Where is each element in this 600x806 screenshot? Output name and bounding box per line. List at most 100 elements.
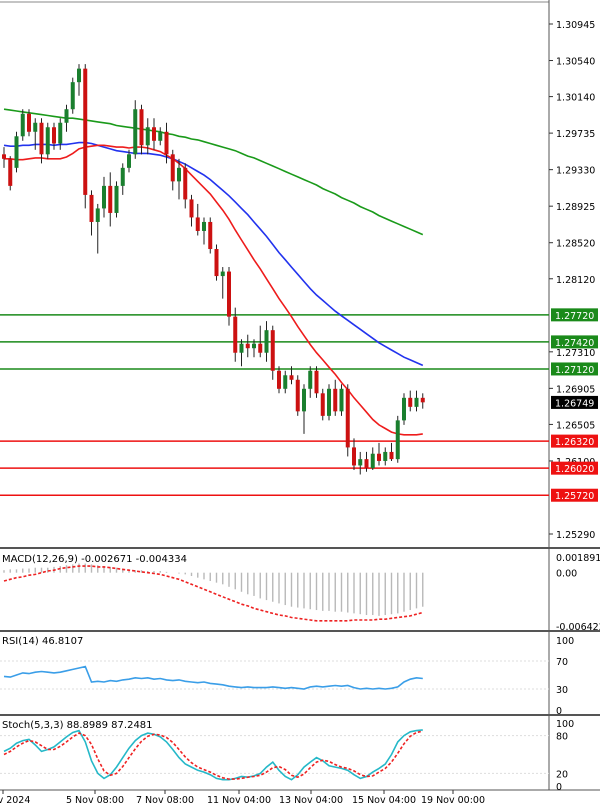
rsi-tick-label: 70 <box>556 657 568 668</box>
candle-body <box>102 185 106 209</box>
candle-body <box>39 122 44 155</box>
macd-tick-label: 0.001891 <box>556 553 600 564</box>
candle-body <box>77 68 81 83</box>
candle-body <box>152 127 156 141</box>
candle-body <box>27 113 31 132</box>
price-tick-label: 1.27310 <box>556 348 595 359</box>
candle-body <box>120 167 125 186</box>
candle-body <box>89 194 94 222</box>
candle-body <box>358 459 363 466</box>
candle-body <box>164 131 169 155</box>
candle-body <box>183 167 188 200</box>
candle-body <box>258 343 263 353</box>
macd-panel: MACD(12,26,9) -0.002671 -0.004334 0.0018… <box>2 553 600 633</box>
candle-body <box>264 330 269 353</box>
candle-body <box>308 370 313 389</box>
ma-mid-line <box>3 141 424 367</box>
macd-label: MACD(12,26,9) -0.002671 -0.004334 <box>2 554 187 565</box>
resistance-tag-3: 1.27120 <box>555 365 594 376</box>
candle-body <box>170 154 175 182</box>
price-tick-label: 1.28120 <box>556 275 595 286</box>
candle-body <box>395 420 400 460</box>
price-tick-label: 1.25290 <box>556 530 595 541</box>
stoch-tick-label: 100 <box>556 719 574 730</box>
candle-body <box>133 109 138 155</box>
resistance-tag-1: 1.27720 <box>555 311 594 322</box>
price-tick-label: 1.28520 <box>556 239 595 250</box>
macd-tick-label: -0.006422 <box>556 622 600 633</box>
candle-body <box>45 127 50 155</box>
candle-body <box>227 271 231 317</box>
stoch-tick-label: 80 <box>556 732 568 743</box>
rsi-label: RSI(14) 46.8107 <box>2 636 83 647</box>
candle-body <box>414 397 419 407</box>
time-tick-label: 15 Nov 04:00 <box>352 795 416 806</box>
candle-body <box>177 167 181 182</box>
rsi-tick-label: 30 <box>556 685 568 696</box>
time-tick-label: 11 Nov 04:00 <box>207 795 271 806</box>
time-tick-label: 7 Nov 08:00 <box>136 795 194 806</box>
candle-body <box>333 388 338 412</box>
rsi-panel: RSI(14) 46.8107 100 70 30 0 <box>0 636 574 717</box>
price-tick-label: 1.28925 <box>556 202 595 213</box>
candle-body <box>233 316 238 353</box>
candle-body <box>108 185 113 213</box>
stoch-tick-label: 0 <box>556 782 562 793</box>
candle-body <box>295 379 300 412</box>
trading-chart: 1.30945 1.30540 1.30140 1.29735 1.29330 1.289… <box>0 0 600 806</box>
candle-body <box>302 388 306 412</box>
stochastic-panel: Stoch(5,3,3) 88.8989 87.2481 100 80 20 0 <box>0 719 574 793</box>
resistance-tag-2: 1.27420 <box>555 338 594 349</box>
candle-body <box>270 330 275 371</box>
candle-body <box>127 154 131 168</box>
ma-fast-line <box>4 144 423 436</box>
candle-body <box>145 127 150 146</box>
candle-body <box>64 109 69 123</box>
price-tick-label: 1.30140 <box>556 93 595 104</box>
price-axis: 1.30945 1.30540 1.30140 1.29735 1.29330 1.289… <box>549 20 598 541</box>
candle-body <box>252 343 256 349</box>
current-price-tag: 1.26749 <box>555 398 594 409</box>
candle-body <box>283 375 288 389</box>
candle-body <box>114 185 119 213</box>
price-tick-label: 1.26505 <box>556 420 595 431</box>
candle-body <box>327 388 331 416</box>
candle-body <box>58 122 63 144</box>
time-tick-label: 19 Nov 00:00 <box>421 795 485 806</box>
rsi-tick-label: 0 <box>556 706 562 717</box>
candle-body <box>202 221 206 231</box>
candle-body <box>189 199 194 218</box>
candle-body <box>139 109 144 146</box>
stoch-main-line <box>3 729 423 781</box>
macd-tick-label: 0.00 <box>556 569 577 580</box>
stoch-tick-label: 20 <box>556 769 568 780</box>
price-tick-label: 1.30540 <box>556 57 595 68</box>
candle-body <box>389 451 394 460</box>
candle-body <box>420 397 425 403</box>
candle-body <box>320 393 325 416</box>
candle-body <box>208 221 213 250</box>
candle-body <box>52 127 56 144</box>
candle-body <box>408 397 413 407</box>
candle-body <box>14 136 19 168</box>
candle-body <box>339 388 344 412</box>
candle-body <box>289 375 294 380</box>
candle-body <box>195 217 200 231</box>
candle-body <box>364 459 369 469</box>
candle-body <box>95 208 100 222</box>
candle-body <box>345 388 350 448</box>
price-panel <box>0 64 549 496</box>
candle-body <box>2 154 6 159</box>
candle-body <box>20 113 25 137</box>
candle-body <box>370 453 375 469</box>
support-tag-1: 1.26320 <box>555 437 594 448</box>
stoch-label: Stoch(5,3,3) 88.8989 87.2481 <box>2 720 153 731</box>
price-tick-label: 1.26905 <box>556 384 595 395</box>
time-axis: 1 Nov 2024 5 Nov 08:00 7 Nov 08:00 11 Nov 0… <box>0 790 485 806</box>
candle-body <box>33 122 38 132</box>
panel-frames <box>0 0 600 791</box>
candle-body <box>402 397 406 421</box>
time-tick-label: 13 Nov 04:00 <box>279 795 343 806</box>
candle-body <box>70 82 75 110</box>
candle-body <box>220 271 225 277</box>
